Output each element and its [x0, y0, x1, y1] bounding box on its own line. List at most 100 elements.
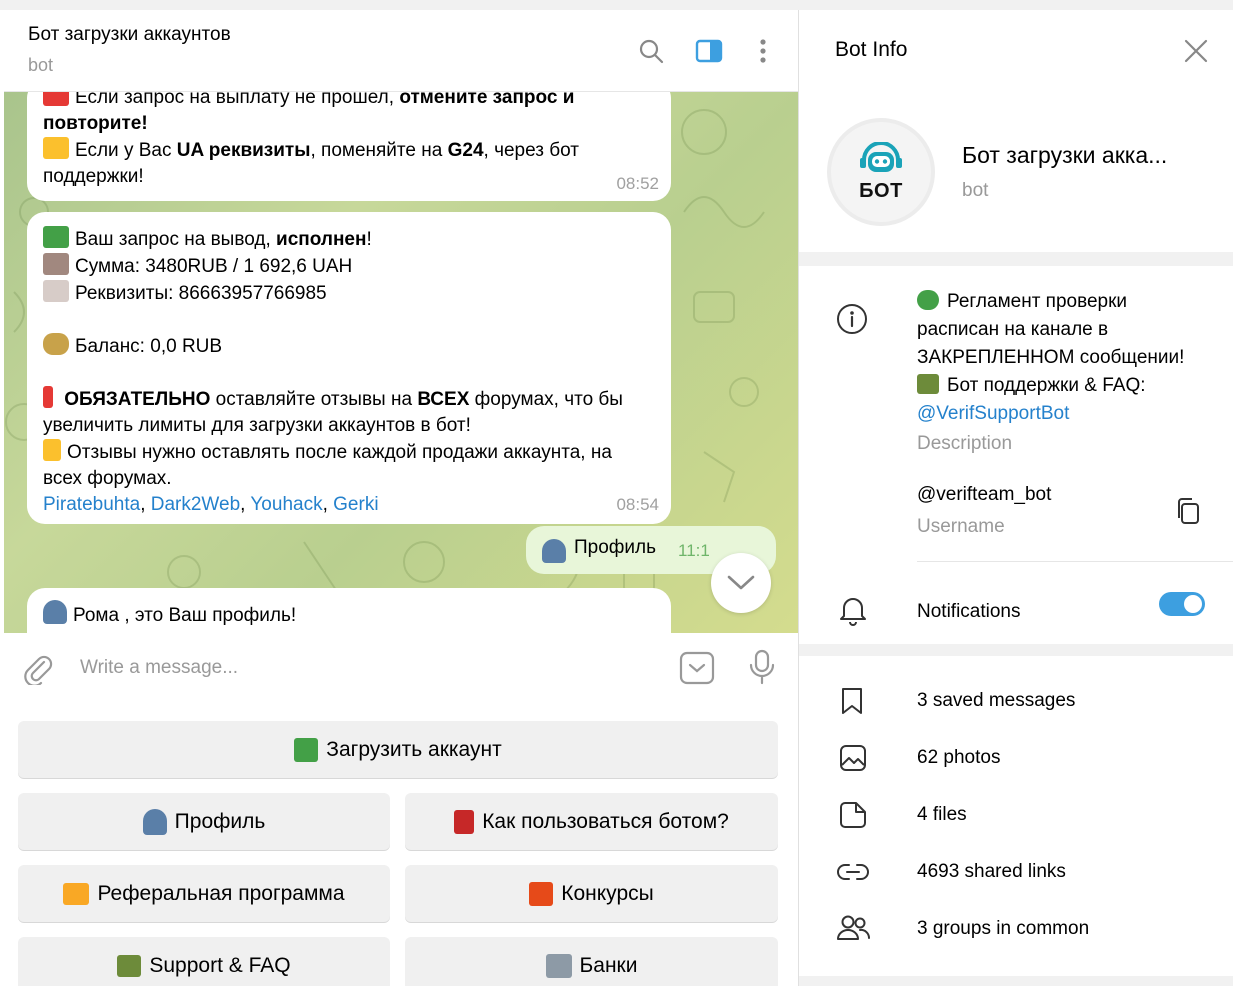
copy-icon[interactable] — [1174, 496, 1204, 526]
photos-row[interactable]: 62 photos — [917, 747, 1000, 769]
upload-account-button[interactable]: Загрузить аккаунт — [18, 721, 778, 778]
scroll-to-bottom-button[interactable] — [711, 553, 771, 613]
info-icon — [836, 303, 867, 334]
message-text: Если запрос на выплату не прошел, — [75, 92, 400, 108]
message-text: Отзывы нужно оставлять после каждой прод… — [67, 442, 612, 463]
message-time: 08:52 — [616, 174, 659, 193]
files-row[interactable]: 4 files — [917, 804, 967, 826]
user-silhouette-emoji — [43, 600, 67, 624]
yellow-square-emoji — [43, 137, 69, 159]
money-wings-emoji — [43, 253, 69, 275]
close-icon[interactable] — [1183, 38, 1209, 64]
description-text: ЗАКРЕПЛЕННОМ сообщении! — [917, 347, 1185, 368]
shared-links-row[interactable]: 4693 shared links — [917, 861, 1066, 883]
message-text: Профиль — [574, 537, 657, 558]
message-bubble[interactable]: Рома , это Ваш профиль! — [27, 588, 671, 633]
message-text-bold: ВСЕХ — [417, 389, 470, 410]
red-book-emoji — [454, 809, 475, 834]
message-value: 3480RUB / 1 692,6 UAH — [145, 256, 353, 277]
description-text: Бот поддержки & FAQ: — [947, 375, 1146, 396]
chat-panel: Бот загрузки аккаунтов bot Если запрос н… — [0, 10, 798, 986]
groups-icon — [836, 914, 871, 944]
notifications-label: Notifications — [917, 601, 1021, 622]
red-square-emoji — [43, 92, 69, 106]
link-gerki[interactable]: Gerki — [333, 494, 378, 515]
credit-card-emoji — [43, 280, 69, 302]
chat-subtitle: bot — [28, 55, 54, 75]
microphone-icon[interactable] — [748, 649, 776, 690]
referral-program-button[interactable]: Реферальная программа — [18, 865, 390, 922]
window-top-strip — [0, 0, 1233, 10]
lightning-emoji — [43, 439, 61, 461]
attach-icon[interactable] — [22, 653, 54, 690]
message-list[interactable]: Если запрос на выплату не прошел, отмени… — [4, 92, 798, 633]
avatar[interactable]: БОТ — [827, 118, 935, 226]
money-bag-emoji — [43, 333, 69, 355]
more-vertical-icon[interactable] — [748, 36, 778, 66]
message-bubble[interactable]: Ваш запрос на вывод, исполнен! Сумма: 34… — [27, 212, 671, 524]
message-text: Если у Вас — [75, 140, 177, 161]
link-dark2web[interactable]: Dark2Web — [151, 494, 240, 515]
button-label: Как пользоваться ботом? — [482, 809, 729, 833]
button-label: Профиль — [174, 809, 266, 833]
message-text: Реквизиты: — [75, 283, 179, 304]
info-panel-title: Bot Info — [835, 38, 908, 61]
message-text: Сумма: — [75, 256, 146, 277]
books-emoji — [117, 954, 142, 977]
chat-title[interactable]: Бот загрузки аккаунтов — [28, 24, 231, 46]
support-faq-button[interactable]: Support & FAQ — [18, 937, 390, 986]
link-separator: , — [240, 494, 251, 515]
message-text-bold: ОБЯЗАТЕЛЬНО — [64, 389, 211, 410]
link-piratebuhta[interactable]: Piratebuhta — [43, 494, 140, 515]
bell-icon — [838, 594, 868, 626]
message-time: 08:54 — [616, 495, 659, 514]
message-text: Рома , это Ваш профиль! — [73, 605, 297, 626]
search-icon[interactable] — [636, 36, 666, 66]
bank-emoji — [545, 953, 572, 978]
link-separator: , — [322, 494, 334, 515]
button-label: Загрузить аккаунт — [326, 737, 502, 761]
exclamation-emoji — [43, 386, 53, 408]
groups-in-common-row[interactable]: 3 groups in common — [917, 918, 1089, 940]
message-text-bold: отмените запрос и — [399, 92, 575, 108]
profile-button[interactable]: Профиль — [18, 793, 390, 850]
contests-button[interactable]: Конкурсы — [405, 865, 778, 922]
profile-name: Бот загрузки акка... — [962, 142, 1168, 168]
support-bot-link[interactable]: @VerifSupportBot — [917, 400, 1217, 428]
message-bubble[interactable]: Если запрос на выплату не прошел, отмени… — [27, 92, 671, 201]
photo-icon — [839, 744, 869, 774]
message-input[interactable] — [80, 653, 640, 683]
check-mark-emoji — [43, 226, 69, 248]
username-link[interactable]: @verifteam_bot — [917, 484, 1051, 506]
details-section: Регламент проверки расписан на канале в … — [799, 266, 1233, 644]
avatar-text: БОТ — [859, 179, 903, 202]
button-label: Конкурсы — [561, 881, 654, 905]
message-value: 86663957766985 — [178, 283, 327, 304]
banks-button[interactable]: Банки — [405, 937, 778, 986]
bot-keyboard-icon[interactable] — [679, 651, 715, 690]
sidebar-toggle-icon[interactable] — [694, 36, 724, 66]
message-composer — [4, 633, 798, 705]
button-label: Банки — [579, 953, 638, 977]
profile-section: Bot Info БОТ Бот загрузки акка... bot — [799, 10, 1233, 252]
shared-media-section: 3 saved messages 62 photos 4 files 4693 … — [799, 656, 1233, 976]
user-silhouette-emoji — [142, 808, 167, 835]
message-text: оставляйте отзывы на — [210, 389, 418, 410]
books-emoji — [917, 374, 939, 394]
saved-messages-row[interactable]: 3 saved messages — [917, 690, 1075, 712]
message-text: ! — [366, 229, 372, 250]
how-to-use-button[interactable]: Как пользоваться ботом? — [405, 793, 778, 850]
notifications-toggle[interactable] — [1159, 592, 1205, 616]
message-text-bold: UA реквизиты — [176, 140, 311, 161]
link-youhack[interactable]: Youhack — [250, 494, 322, 515]
message-text-bold: исполнен — [276, 229, 367, 250]
link-separator: , — [140, 494, 151, 515]
chat-header[interactable]: Бот загрузки аккаунтов bot — [4, 10, 798, 92]
message-time: 11:1 — [678, 541, 710, 560]
message-value: 0,0 RUB — [150, 336, 223, 357]
message-text: , поменяйте на — [310, 140, 448, 161]
chevron-down-icon — [727, 575, 755, 590]
message-text: Ваш запрос на вывод, — [75, 229, 277, 250]
robot-head-icon — [860, 141, 902, 172]
bot-info-panel: Bot Info БОТ Бот загрузки акка... bot Ре… — [799, 10, 1233, 986]
